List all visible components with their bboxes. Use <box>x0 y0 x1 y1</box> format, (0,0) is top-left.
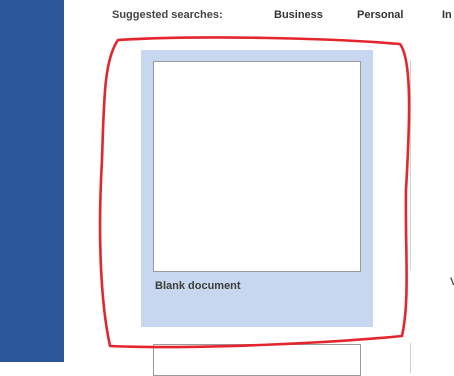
blank-document-template[interactable]: Blank document <box>141 50 373 327</box>
template-label: Blank document <box>155 280 241 292</box>
next-template-label-partial: V <box>450 276 454 288</box>
suggested-search-partial[interactable]: In <box>442 9 452 21</box>
template-thumbnail-row2[interactable] <box>153 344 361 376</box>
app-sidebar <box>0 0 64 362</box>
suggested-search-personal[interactable]: Personal <box>357 9 403 21</box>
template-thumbnail-row2-right[interactable] <box>410 343 454 373</box>
suggested-search-business[interactable]: Business <box>274 9 323 21</box>
suggested-searches-label: Suggested searches: <box>112 9 223 21</box>
suggested-searches-bar: Suggested searches: Business Personal In <box>112 9 454 27</box>
blank-document-thumbnail <box>153 61 361 272</box>
next-template-thumbnail[interactable] <box>410 60 454 270</box>
